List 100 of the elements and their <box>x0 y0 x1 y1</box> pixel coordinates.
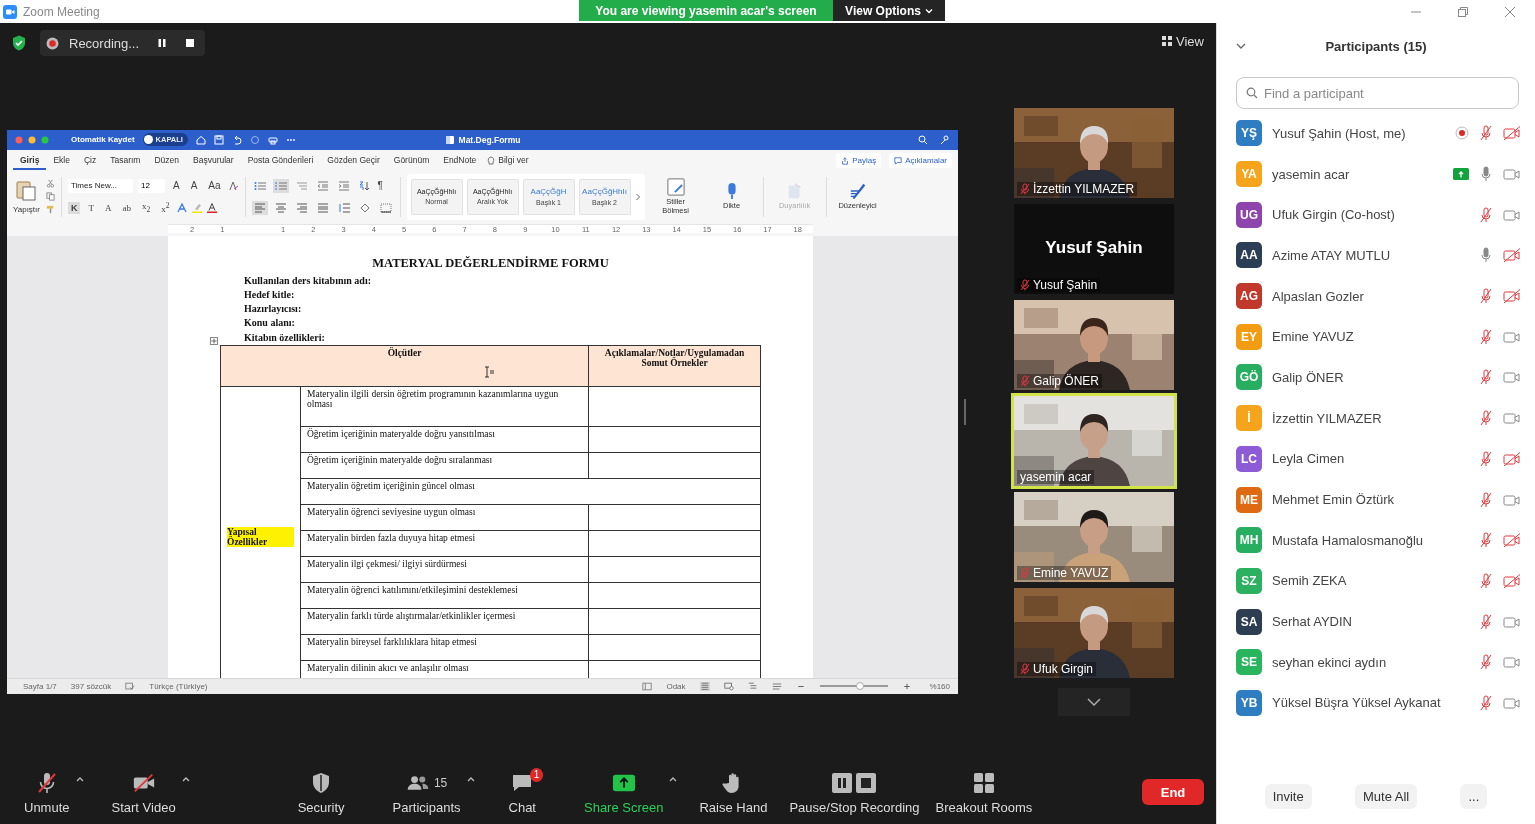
zoom-slider[interactable] <box>856 682 865 690</box>
outline-icon[interactable] <box>747 681 758 691</box>
font-format-button[interactable]: ab <box>119 201 134 214</box>
comments-button[interactable]: Açıklamalar <box>889 153 952 168</box>
font-format-button[interactable]: A <box>187 179 201 192</box>
ribbon-tab[interactable]: Gözden Geçir <box>320 151 387 170</box>
ribbon-tab[interactable]: Görünüm <box>386 151 437 170</box>
muted-mic-icon[interactable] <box>1479 450 1493 467</box>
font-size-field[interactable]: 12 <box>138 178 165 193</box>
collapse-icon[interactable] <box>1236 43 1246 49</box>
view-button[interactable]: View <box>1162 33 1204 49</box>
video-tile[interactable]: Yusuf Şahin Yusuf Şahin <box>1014 203 1174 294</box>
home-icon[interactable] <box>195 134 206 145</box>
zoom-percent[interactable]: %160 <box>929 681 950 691</box>
video-off-icon[interactable] <box>1503 248 1521 263</box>
video-off-icon[interactable] <box>1503 573 1521 588</box>
pause-icon[interactable] <box>157 38 167 48</box>
ribbon-tab[interactable]: Başvurular <box>186 151 241 170</box>
muted-mic-icon[interactable] <box>1479 410 1493 427</box>
toolbar-button[interactable]: 15 Participants <box>388 769 465 815</box>
print-layout-icon[interactable] <box>699 681 710 691</box>
font-format-button[interactable]: A <box>102 201 115 214</box>
clear-formatting-icon[interactable] <box>228 180 239 191</box>
video-camera-icon[interactable] <box>1503 207 1521 222</box>
cut-icon[interactable] <box>46 179 55 188</box>
muted-mic-icon[interactable] <box>1479 288 1493 305</box>
numbered-list-icon[interactable] <box>272 178 289 193</box>
ribbon-tab[interactable]: Giriş <box>13 151 47 170</box>
toolbar-button[interactable]: Start Video <box>107 769 180 815</box>
align-left-icon[interactable] <box>251 200 268 215</box>
video-tile[interactable]: yasemin acar <box>1011 392 1177 489</box>
search-field[interactable]: Find a participant <box>1236 77 1519 109</box>
font-color-icon[interactable] <box>207 202 218 213</box>
video-off-icon[interactable] <box>1503 533 1521 548</box>
video-tile[interactable]: Galip ÖNER <box>1014 299 1174 390</box>
muted-mic-icon[interactable] <box>1479 613 1493 630</box>
muted-mic-icon[interactable] <box>1479 206 1493 223</box>
panel-button[interactable]: Mute All <box>1354 783 1418 809</box>
panel-button[interactable]: ... <box>1460 783 1488 809</box>
stop-icon[interactable] <box>185 38 195 48</box>
focus-icon[interactable] <box>642 681 653 691</box>
print-icon[interactable] <box>267 134 278 145</box>
video-camera-icon[interactable] <box>1503 370 1521 385</box>
muted-mic-icon[interactable] <box>1479 572 1493 589</box>
video-camera-icon[interactable] <box>1503 492 1521 507</box>
mic-icon[interactable] <box>1479 247 1493 264</box>
end-button[interactable]: End <box>1142 779 1204 805</box>
video-tile[interactable]: Emine YAVUZ <box>1014 491 1174 582</box>
more-styles-icon[interactable] <box>634 192 641 201</box>
text-effects-icon[interactable] <box>177 202 188 213</box>
paste-icon[interactable] <box>15 179 38 201</box>
show-formatting-button[interactable]: ¶ <box>377 180 383 191</box>
toolbar-button[interactable]: Unmute <box>20 769 74 815</box>
video-tile[interactable]: İzzettin YILMAZER <box>1014 107 1174 198</box>
zoom-in-icon[interactable] <box>901 681 912 691</box>
copy-icon[interactable] <box>46 192 55 201</box>
toolbar-button[interactable]: Pause/Stop Recording <box>785 769 924 815</box>
muted-mic-icon[interactable] <box>1479 369 1493 386</box>
video-off-icon[interactable] <box>1503 289 1521 304</box>
font-format-button[interactable]: T <box>85 201 97 214</box>
ribbon-tab[interactable]: Tasarım <box>103 151 148 170</box>
font-name-field[interactable]: Times New... <box>68 178 133 193</box>
video-camera-icon[interactable] <box>1503 614 1521 629</box>
restore-icon[interactable] <box>1457 5 1469 18</box>
account-icon[interactable] <box>940 134 950 145</box>
font-format-button[interactable]: Aa <box>205 179 224 192</box>
toolbar-button[interactable]: Raise Hand <box>695 769 772 815</box>
table-handle-icon[interactable] <box>210 337 218 345</box>
font-format-button[interactable]: x$_{2}$ <box>139 200 154 215</box>
shield-icon[interactable] <box>12 35 26 51</box>
focus-label[interactable]: Odak <box>666 681 686 691</box>
caret-icon[interactable] <box>75 775 84 782</box>
toolbar-button[interactable]: Breakout Rooms <box>931 769 1037 815</box>
video-off-icon[interactable] <box>1503 126 1521 141</box>
video-camera-icon[interactable] <box>1503 655 1521 670</box>
panel-button[interactable]: Invite <box>1264 783 1312 809</box>
ribbon-tab[interactable]: Çiz <box>76 151 104 170</box>
font-format-button[interactable]: K <box>68 201 81 214</box>
toolbar-button[interactable]: Share Screen <box>580 769 668 815</box>
muted-mic-icon[interactable] <box>1479 328 1493 345</box>
share-button[interactable]: Paylaş <box>836 153 882 168</box>
caret-icon[interactable] <box>466 775 475 782</box>
caret-icon[interactable] <box>669 775 678 782</box>
muted-mic-icon[interactable] <box>1479 532 1493 549</box>
muted-mic-icon[interactable] <box>1479 654 1493 671</box>
web-layout-icon[interactable] <box>723 681 734 691</box>
ribbon-tab[interactable]: Ekle <box>46 151 77 170</box>
close-icon[interactable] <box>1504 5 1516 18</box>
font-format-button[interactable]: A <box>170 179 183 192</box>
video-off-icon[interactable] <box>1503 451 1521 466</box>
draft-icon[interactable] <box>771 681 782 691</box>
view-options-button[interactable]: View Options <box>833 0 945 21</box>
muted-mic-icon[interactable] <box>1479 694 1493 711</box>
redo-icon[interactable] <box>249 134 260 145</box>
highlight-icon[interactable] <box>192 202 203 213</box>
ribbon-tab[interactable]: Düzen <box>147 151 186 170</box>
video-camera-icon[interactable] <box>1503 411 1521 426</box>
video-camera-icon[interactable] <box>1503 695 1521 710</box>
resize-handle[interactable] <box>964 398 966 425</box>
tell-me-link[interactable]: Bilgi ver <box>495 151 536 170</box>
